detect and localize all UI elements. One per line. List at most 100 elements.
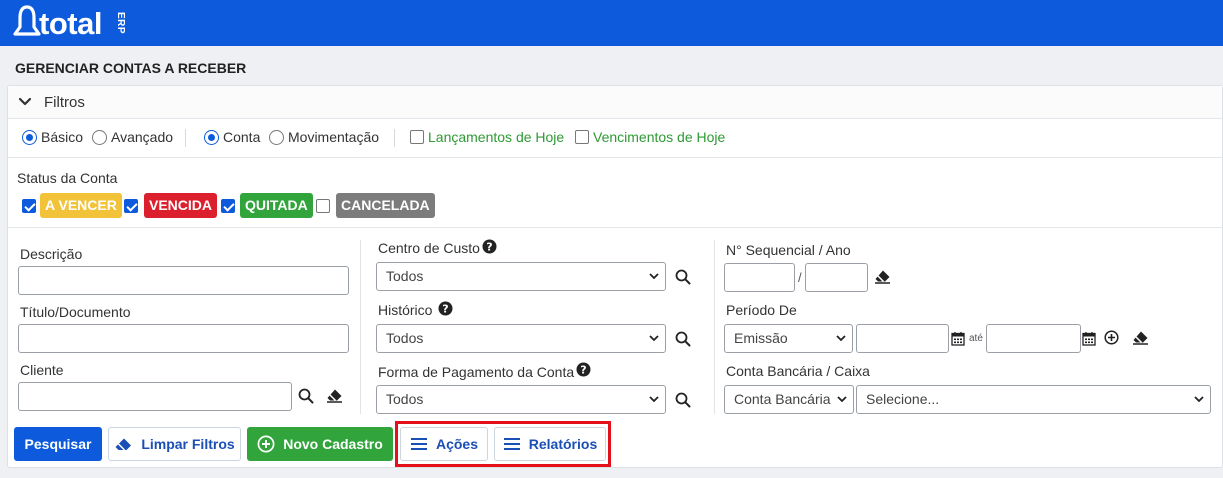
status-label: Status da Conta [17,170,118,186]
chevron-down-icon [837,396,847,403]
help-icon[interactable]: ? [576,362,591,377]
periodo-until-label: até [969,333,983,344]
periodo-end-input[interactable] [986,324,1081,353]
cliente-input[interactable] [18,382,292,411]
forma-pagamento-select[interactable]: Todos [376,385,666,414]
checkbox-today-entries-control[interactable] [410,130,424,144]
titulo-label: Título/Documento [20,304,131,320]
radio-basic-label: Básico [41,129,84,145]
radio-basic-control[interactable] [22,129,37,145]
radio-basic[interactable]: Básico [22,129,83,145]
new-record-button[interactable]: Novo Cadastro [247,427,393,461]
new-record-label: Novo Cadastro [283,436,383,452]
titulo-input[interactable] [18,324,349,353]
sequencial-year-input[interactable] [805,263,868,292]
logo-text: total [39,6,102,41]
filters-header[interactable]: Filtros [8,86,1222,119]
radio-advanced-control[interactable] [92,129,107,145]
divider [8,227,1222,228]
eraser-icon[interactable] [1132,330,1149,345]
search-button-label: Pesquisar [24,436,92,452]
radio-account-control[interactable] [204,129,219,145]
cliente-label: Cliente [20,362,64,378]
descricao-input[interactable] [18,266,349,295]
centro-custo-select[interactable]: Todos [376,262,666,291]
calendar-icon[interactable] [951,331,965,346]
radio-account[interactable]: Conta [204,129,260,145]
add-circle-icon [257,435,275,453]
forma-pagamento-label: Forma de Pagamento da Conta [378,364,575,380]
help-icon[interactable]: ? [438,301,453,316]
add-circle-icon[interactable] [1104,330,1119,345]
periodo-type-select[interactable]: Emissão [724,324,853,353]
divider [185,129,186,147]
periodo-start-input[interactable] [856,324,949,353]
sequencial-separator: / [798,270,802,285]
descricao-label: Descrição [20,246,83,262]
status-a-vencer-checkbox[interactable] [22,199,36,213]
highlight-box [395,421,611,467]
forma-pagamento-select-value: Todos [386,391,424,407]
bell-logo-icon [13,5,41,36]
status-badge-vencida[interactable]: VENCIDA [144,193,218,218]
checkbox-today-due-control[interactable] [575,130,589,144]
checkbox-today-due[interactable]: Vencimentos de Hoje [575,129,725,145]
svg-text:?: ? [486,241,492,254]
checkbox-today-entries-label: Lançamentos de Hoje [428,129,565,145]
status-badge-a-vencer[interactable]: A VENCER [40,193,122,218]
clear-filters-button[interactable]: Limpar Filtros [108,427,241,461]
eraser-icon [115,438,132,451]
divider [8,157,1222,158]
historico-select[interactable]: Todos [376,324,666,353]
status-quitada-checkbox[interactable] [221,199,235,213]
radio-account-label: Conta [223,129,261,145]
eraser-icon[interactable] [326,388,343,403]
radio-movement-control[interactable] [269,129,284,145]
status-badge-quitada[interactable]: QUITADA [240,193,313,218]
svg-text:?: ? [580,364,586,377]
periodo-label: Período De [726,302,797,318]
historico-label: Histórico [378,302,433,318]
conta-bancaria-type-value: Conta Bancária [734,391,831,407]
radio-advanced-label: Avançado [111,129,174,145]
search-icon[interactable] [298,388,314,404]
filters-panel: Filtros Básico Avançado Conta Movimentaç… [7,85,1223,468]
chevron-down-icon[interactable] [18,96,32,108]
checkbox-today-due-label: Vencimentos de Hoje [593,129,726,145]
status-vencida-checkbox[interactable] [124,199,138,213]
periodo-type-value: Emissão [734,330,788,346]
status-cancelada-checkbox[interactable] [316,199,330,213]
divider [394,129,395,147]
centro-custo-label: Centro de Custo [378,240,480,256]
radio-movement[interactable]: Movimentação [269,129,379,145]
sequencial-number-input[interactable] [724,263,795,292]
chevron-down-icon [649,335,659,342]
conta-bancaria-value: Selecione... [866,391,940,407]
search-button[interactable]: Pesquisar [14,427,102,461]
eraser-icon[interactable] [874,269,891,284]
top-bar: total ERP [0,0,1223,46]
centro-custo-select-value: Todos [386,268,424,284]
svg-text:?: ? [442,303,448,316]
status-badge-cancelada[interactable]: CANCELADA [336,193,435,218]
checkbox-today-entries[interactable]: Lançamentos de Hoje [410,129,564,145]
chevron-down-icon [1194,396,1204,403]
centro-custo-label-text: Centro de Custo [378,240,480,256]
sequencial-label: N° Sequencial / Ano [726,242,851,258]
logo[interactable]: total ERP [12,3,126,43]
column-divider [360,240,361,414]
search-icon[interactable] [675,392,691,408]
clear-filters-label: Limpar Filtros [141,436,235,452]
column-divider [714,240,715,414]
conta-bancaria-label: Conta Bancária / Caixa [726,363,870,379]
search-icon[interactable] [675,269,691,285]
conta-bancaria-select[interactable]: Selecione... [856,385,1211,414]
chevron-down-icon [836,335,846,342]
conta-bancaria-type-select[interactable]: Conta Bancária [724,385,854,414]
radio-advanced[interactable]: Avançado [92,129,173,145]
search-icon[interactable] [675,331,691,347]
calendar-icon[interactable] [1082,331,1096,346]
logo-erp: ERP [115,12,126,35]
help-icon[interactable]: ? [482,239,497,254]
page-title: GERENCIAR CONTAS A RECEBER [15,60,247,76]
